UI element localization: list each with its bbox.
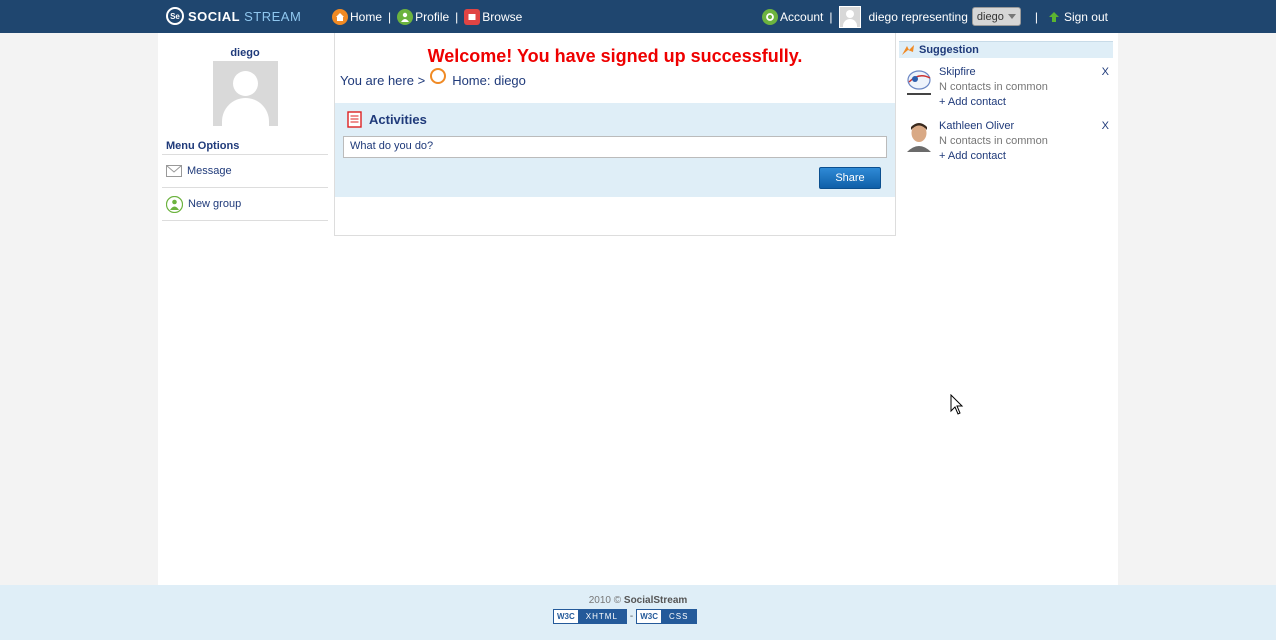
- representing-select[interactable]: diego: [971, 7, 1021, 26]
- nav-signout-label: Sign out: [1063, 9, 1108, 24]
- badge-separator: -: [629, 611, 634, 622]
- suggestions-sidebar: Suggestion Skipfire N contacts in common…: [899, 41, 1113, 166]
- group-icon: [166, 195, 183, 213]
- validation-badges: W3C XHTML - W3C CSS: [553, 609, 698, 624]
- suggestion-item: Kathleen Oliver N contacts in common + A…: [899, 112, 1113, 166]
- list-icon: [347, 111, 363, 128]
- breadcrumb: You are here > Home: diego: [340, 68, 895, 88]
- main-nav: Home | Profile | Browse: [332, 0, 522, 33]
- suggestion-icon: [901, 44, 915, 56]
- suggestion-header: Suggestion: [899, 41, 1113, 58]
- arrow-up-icon: [1048, 11, 1060, 23]
- home-icon: [332, 8, 348, 25]
- main-panel: Welcome! You have signed up successfully…: [334, 33, 896, 236]
- skipfire-logo[interactable]: [903, 66, 935, 98]
- footer-brand: SocialStream: [623, 595, 688, 606]
- kathleen-oliver-photo[interactable]: [903, 120, 935, 152]
- css-label: CSS: [661, 610, 697, 623]
- nav-browse-label: Browse: [482, 9, 523, 24]
- add-contact-link[interactable]: + Add contact: [939, 150, 1006, 162]
- breadcrumb-prefix: You are here >: [340, 72, 426, 88]
- nav-separator: |: [388, 9, 392, 24]
- activities-title: Activities: [369, 112, 427, 127]
- activities-header: Activities: [347, 111, 427, 128]
- top-navigation-bar: Se SOCIAL STREAM Home | Profile | Browse: [0, 0, 1276, 33]
- nav-browse[interactable]: Browse: [464, 8, 523, 25]
- menu-item-message-label: Message: [187, 165, 232, 177]
- suggestion-common: N contacts in common: [939, 135, 1048, 147]
- menu-item-new-group[interactable]: New group: [162, 188, 328, 221]
- footer: 2010 © SocialStream W3C XHTML - W3C CSS: [0, 585, 1276, 640]
- representing-text: diego representing: [868, 9, 968, 24]
- profile-avatar[interactable]: [212, 61, 278, 126]
- breadcrumb-current[interactable]: Home: diego: [452, 73, 526, 88]
- nav-profile-label: Profile: [415, 9, 450, 24]
- logo-mark: Se: [166, 7, 184, 25]
- logo-text-stream: STREAM: [244, 8, 302, 24]
- browse-icon: [464, 8, 481, 25]
- suggestion-item: Skipfire N contacts in common + Add cont…: [899, 58, 1113, 112]
- menu-item-message[interactable]: Message: [162, 155, 328, 188]
- chevron-down-icon: [1007, 14, 1016, 19]
- nav-home-label: Home: [350, 9, 383, 24]
- w3c-css-badge[interactable]: W3C CSS: [636, 609, 698, 624]
- logo-text-social: SOCIAL: [188, 8, 241, 24]
- nav-signout[interactable]: Sign out: [1048, 10, 1108, 24]
- menu-item-new-group-label: New group: [188, 198, 242, 210]
- content-area: diego Menu Options Message New group Wel…: [158, 33, 1118, 585]
- nav-account[interactable]: Account: [762, 8, 824, 25]
- nav-home[interactable]: Home: [332, 8, 383, 25]
- suggestion-common: N contacts in common: [939, 81, 1048, 93]
- activities-panel: Activities What do you do? Share: [335, 103, 895, 197]
- suggestion-name[interactable]: Skipfire: [939, 66, 976, 78]
- nav-separator: |: [1034, 9, 1038, 24]
- suggestion-name[interactable]: Kathleen Oliver: [939, 120, 1014, 132]
- dismiss-suggestion-button[interactable]: X: [1102, 120, 1109, 132]
- footer-copyright: 2010 © SocialStream: [0, 595, 1276, 606]
- left-sidebar: diego Menu Options Message New group: [162, 33, 328, 221]
- representing-select-value: diego: [976, 10, 1004, 23]
- add-contact-link[interactable]: + Add contact: [939, 96, 1006, 108]
- menu-options-title: Menu Options: [162, 140, 328, 155]
- nav-account-label: Account: [780, 9, 824, 24]
- user-nav: Account | diego representing diego | Sig…: [762, 0, 1108, 33]
- xhtml-label: XHTML: [577, 610, 626, 623]
- home-icon: [430, 68, 447, 84]
- nav-profile[interactable]: Profile: [397, 8, 450, 25]
- profile-icon: [397, 8, 414, 25]
- envelope-icon: [166, 165, 182, 177]
- dismiss-suggestion-button[interactable]: X: [1102, 66, 1109, 78]
- w3c-label: W3C: [637, 612, 662, 621]
- gear-icon: [762, 8, 779, 25]
- share-button[interactable]: Share: [819, 167, 881, 189]
- user-avatar[interactable]: [838, 5, 861, 28]
- nav-separator: |: [829, 9, 833, 24]
- w3c-label: W3C: [554, 612, 578, 621]
- mouse-pointer-icon: [950, 393, 964, 419]
- activity-input[interactable]: What do you do?: [343, 136, 887, 158]
- welcome-message: Welcome! You have signed up successfully…: [427, 46, 803, 66]
- w3c-xhtml-badge[interactable]: W3C XHTML: [553, 609, 627, 624]
- nav-separator: |: [455, 9, 459, 24]
- footer-year: 2010 ©: [588, 595, 622, 606]
- profile-username[interactable]: diego: [162, 47, 328, 59]
- socialstream-logo[interactable]: Se SOCIAL STREAM: [166, 6, 301, 26]
- suggestion-title: Suggestion: [919, 44, 979, 56]
